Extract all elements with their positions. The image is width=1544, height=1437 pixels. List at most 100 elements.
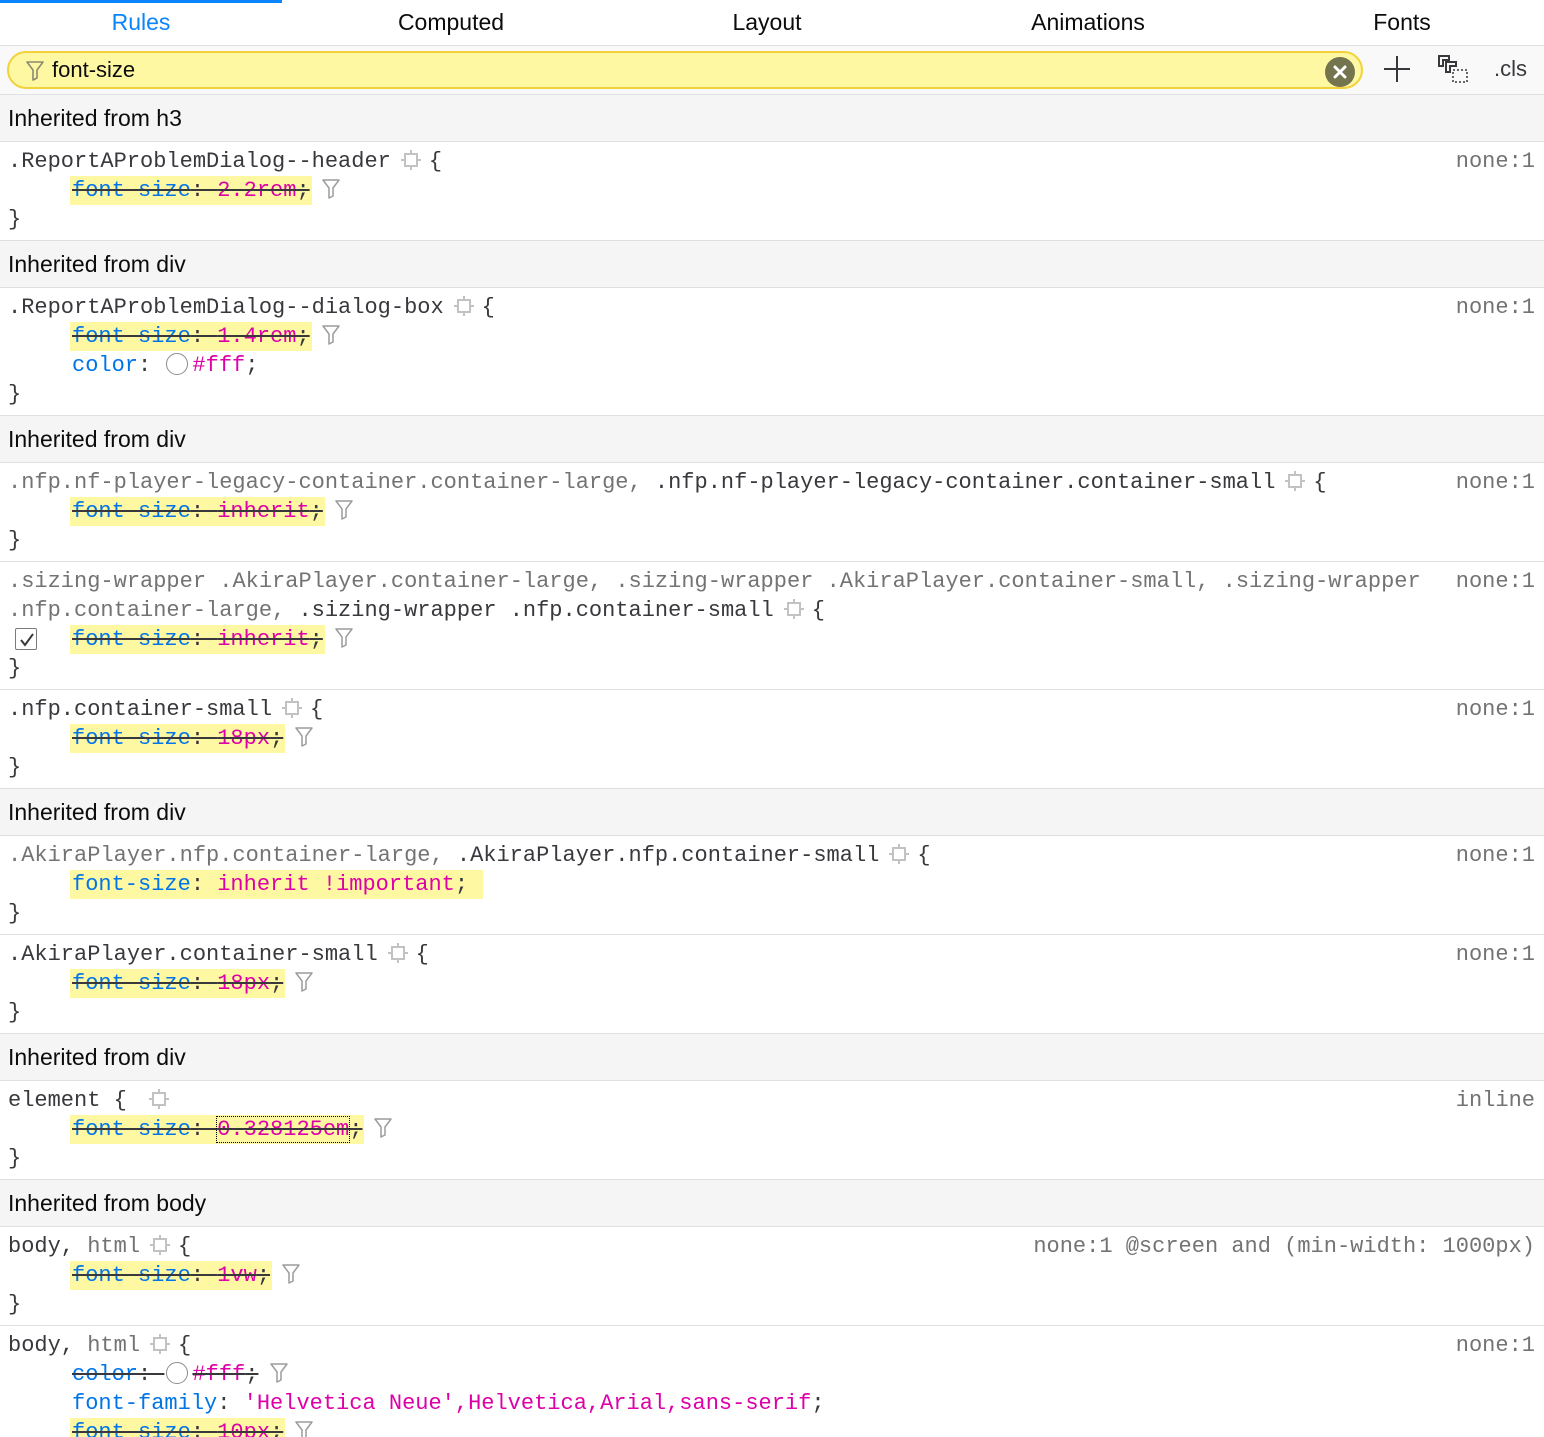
rule-source-link: inline	[1455, 1088, 1535, 1113]
gear-icon[interactable]	[889, 844, 910, 864]
tab-animations[interactable]: Animations	[960, 0, 1216, 45]
inherited-header: Inherited from div	[0, 1034, 1544, 1081]
rule-selector[interactable]: .AkiraPlayer.container-large,	[219, 569, 602, 594]
declaration[interactable]: font-size: inherit;	[15, 625, 1536, 654]
gear-icon[interactable]	[150, 1334, 171, 1354]
filter-funnel-icon	[26, 61, 44, 81]
tab-bar: Rules Computed Layout Animations Fonts	[0, 0, 1544, 46]
rule-selector[interactable]: .AkiraPlayer.container-small	[8, 942, 378, 967]
rules-list: Inherited from h3 .ReportAProblemDialog-…	[0, 95, 1544, 1437]
tab-layout[interactable]: Layout	[640, 0, 894, 45]
rule-block: .nfp.container-small{ none:1 font-size: …	[0, 690, 1544, 789]
inherited-header: Inherited from div	[0, 241, 1544, 288]
rule-block: body, html{ none:1 @screen and (min-widt…	[0, 1227, 1544, 1326]
filter-funnel-icon[interactable]	[335, 628, 353, 648]
rule-selector[interactable]: html	[87, 1234, 140, 1259]
declaration[interactable]: font-size: 18px;	[70, 724, 1536, 753]
inherited-header: Inherited from div	[0, 789, 1544, 836]
print-simulation-button[interactable]	[1436, 46, 1472, 95]
declaration[interactable]: font-family: 'Helvetica Neue',Helvetica,…	[70, 1389, 1536, 1418]
declaration[interactable]: color: #fff;	[70, 351, 1536, 380]
rule-source-link[interactable]: none:1	[1456, 841, 1535, 870]
rule-block: .AkiraPlayer.container-small{ none:1 fon…	[0, 935, 1544, 1034]
rule-selector[interactable]: .ReportAProblemDialog--dialog-box	[8, 295, 444, 320]
rule-selector[interactable]: .nfp.container-small	[510, 598, 774, 623]
declaration[interactable]: font-size: 2.2rem;	[70, 176, 1536, 205]
rule-selector[interactable]: .nfp.container-large,	[8, 598, 285, 623]
declaration[interactable]: font-size: inherit !important;	[70, 870, 1536, 899]
tab-rules[interactable]: Rules	[0, 0, 282, 45]
rule-selector[interactable]: .ReportAProblemDialog--header	[8, 149, 391, 174]
gear-icon[interactable]	[148, 1089, 169, 1109]
rule-source-link[interactable]: none:1	[1456, 940, 1535, 969]
declaration[interactable]: font-size: 1.4rem;	[70, 322, 1536, 351]
rule-selector[interactable]: .AkiraPlayer.nfp.container-small	[457, 843, 879, 868]
color-swatch[interactable]	[166, 353, 189, 375]
rule-selector[interactable]: body,	[8, 1234, 74, 1259]
rule-selector[interactable]: .sizing-wrapper	[298, 598, 496, 623]
declaration[interactable]: font-size: 1vw;	[70, 1261, 1536, 1290]
rule-selector[interactable]: .sizing-wrapper	[1223, 569, 1421, 594]
clear-circle-icon[interactable]	[1325, 57, 1355, 87]
tab-fonts[interactable]: Fonts	[1300, 0, 1504, 45]
gear-icon[interactable]	[282, 698, 303, 718]
rule-source-link[interactable]: none:1	[1456, 695, 1535, 724]
gear-icon[interactable]	[387, 943, 408, 963]
color-swatch[interactable]	[166, 1362, 189, 1384]
filter-value: font-size	[52, 57, 136, 82]
class-toggle-button[interactable]: .cls	[1494, 46, 1534, 95]
filter-funnel-icon[interactable]	[295, 727, 313, 747]
add-rule-button[interactable]	[1382, 46, 1412, 95]
gear-icon[interactable]	[453, 296, 474, 316]
rule-block: .sizing-wrapper .AkiraPlayer.container-l…	[0, 562, 1544, 690]
rule-source-link[interactable]: none:1 @screen and (min-width: 1000px)	[1033, 1232, 1535, 1261]
rule-selector[interactable]: .nfp.container-small	[8, 697, 272, 722]
rule-source-link[interactable]: none:1	[1456, 293, 1535, 322]
declaration[interactable]: font-size: 10px;	[70, 1418, 1536, 1437]
inherited-header: Inherited from h3	[0, 95, 1544, 142]
gear-icon[interactable]	[783, 599, 804, 619]
editable-value[interactable]: 0.328125em	[216, 1116, 351, 1143]
filter-funnel-icon[interactable]	[295, 972, 313, 992]
filter-funnel-icon[interactable]	[282, 1264, 300, 1284]
gear-icon[interactable]	[400, 150, 421, 170]
rules-toolbar: font-size .cls	[0, 46, 1544, 95]
gear-icon[interactable]	[1285, 471, 1306, 491]
filter-styles-input[interactable]: font-size	[7, 51, 1363, 89]
enable-property-checkbox[interactable]	[15, 628, 37, 650]
rule-selector[interactable]: .AkiraPlayer.container-small,	[827, 569, 1210, 594]
rule-source-link[interactable]: none:1	[1456, 567, 1535, 596]
rule-source-link[interactable]: none:1	[1456, 468, 1535, 497]
declaration[interactable]: font-size: inherit;	[70, 497, 1536, 526]
filter-funnel-icon[interactable]	[295, 1421, 313, 1437]
rule-selector[interactable]: element	[8, 1088, 100, 1113]
rule-selector[interactable]: .nfp.nf-player-legacy-container.containe…	[655, 470, 1276, 495]
rule-selector[interactable]: .sizing-wrapper	[615, 569, 813, 594]
filter-funnel-icon[interactable]	[374, 1118, 393, 1138]
filter-funnel-icon[interactable]	[270, 1363, 289, 1383]
rule-source-link[interactable]: none:1	[1456, 1331, 1535, 1360]
filter-funnel-icon[interactable]	[321, 179, 340, 199]
rule-selector[interactable]: .nfp.nf-player-legacy-container.containe…	[8, 470, 642, 495]
rule-block: body, html{ none:1 color: #fff; font-fam…	[0, 1326, 1544, 1437]
tab-computed[interactable]: Computed	[320, 0, 582, 45]
rule-block: .ReportAProblemDialog--dialog-box{ none:…	[0, 288, 1544, 416]
declaration[interactable]: font-size: 18px;	[70, 969, 1536, 998]
filter-funnel-icon[interactable]	[321, 325, 340, 345]
rule-block: .nfp.nf-player-legacy-container.containe…	[0, 463, 1544, 562]
declaration[interactable]: font-size: 0.328125em;	[70, 1115, 1536, 1144]
rule-block: .AkiraPlayer.nfp.container-large, .Akira…	[0, 836, 1544, 935]
rule-selector[interactable]: .sizing-wrapper	[8, 569, 206, 594]
rule-selector[interactable]: body,	[8, 1333, 74, 1358]
rule-block: element { inline font-size: 0.328125em; …	[0, 1081, 1544, 1180]
inherited-header: Inherited from div	[0, 416, 1544, 463]
rule-selector[interactable]: html	[87, 1333, 140, 1358]
rule-selector[interactable]: .AkiraPlayer.nfp.container-large,	[8, 843, 444, 868]
filter-funnel-icon[interactable]	[335, 500, 353, 520]
print-simulation-icon	[1438, 55, 1468, 83]
plus-icon	[1384, 56, 1410, 82]
gear-icon[interactable]	[150, 1235, 171, 1255]
inherited-header: Inherited from body	[0, 1180, 1544, 1227]
rule-source-link[interactable]: none:1	[1456, 147, 1535, 176]
declaration[interactable]: color: #fff;	[70, 1360, 1536, 1389]
